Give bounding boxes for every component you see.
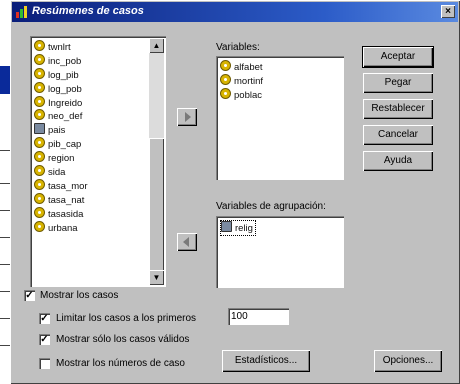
variable-item[interactable]: poblac: [220, 87, 263, 102]
check-icon: ✓: [40, 313, 49, 324]
numeric-variable-icon: [34, 95, 45, 107]
variable-label: urbana: [48, 222, 78, 234]
variable-label: tasa_nat: [48, 194, 85, 206]
paste-button[interactable]: Pegar: [363, 73, 433, 93]
move-to-variables-button[interactable]: [177, 108, 197, 126]
help-button[interactable]: Ayuda: [363, 151, 433, 171]
variable-item[interactable]: log_pob: [34, 81, 88, 96]
variable-item[interactable]: neo_def: [34, 109, 88, 123]
variable-label: neo_def: [48, 111, 83, 123]
numeric-variable-icon: [34, 137, 45, 149]
limit-cases-label: Limitar los casos a los primeros: [56, 313, 197, 324]
variables-list-items: alfabet mortinf poblac: [220, 60, 263, 102]
arrow-right-icon: [185, 112, 191, 122]
numeric-variable-icon: [220, 73, 231, 85]
dialog-title: Resúmenes de casos: [32, 5, 144, 17]
variable-label: poblac: [234, 89, 262, 101]
variable-item[interactable]: region: [34, 151, 88, 165]
app-icon: [16, 6, 27, 18]
variables-label: Variables:: [216, 42, 260, 53]
grouping-variables-list[interactable]: relig: [216, 216, 344, 288]
scroll-thumb[interactable]: [149, 138, 164, 272]
variable-label: pais: [48, 125, 66, 137]
reset-button[interactable]: Restablecer: [363, 99, 433, 119]
numeric-variable-icon: [34, 151, 45, 163]
limit-cases-checkbox[interactable]: ✓: [39, 313, 50, 324]
variable-item[interactable]: tasa_mor: [34, 178, 88, 193]
variable-label: log_pib: [48, 69, 79, 81]
source-list-scrollbar[interactable]: ▲ ▼: [149, 38, 164, 285]
title-bar[interactable]: Resúmenes de casos ×: [12, 2, 458, 22]
variable-item[interactable]: relig: [220, 220, 256, 236]
numeric-variable-icon: [34, 67, 45, 79]
move-to-grouping-button[interactable]: [177, 233, 197, 251]
show-cases-checkbox[interactable]: ✓: [24, 290, 35, 301]
numeric-variable-icon: [34, 165, 45, 177]
numeric-variable-icon: [34, 40, 45, 51]
case-summaries-dialog: Resúmenes de casos × twnlrt inc_pob log_pi…: [10, 0, 460, 384]
limit-cases-input[interactable]: 100: [228, 308, 289, 325]
arrow-left-icon: [183, 237, 189, 247]
valid-only-checkbox[interactable]: ✓: [39, 334, 50, 345]
variable-label: relig: [235, 223, 253, 234]
show-cases-label: Mostrar los casos: [40, 290, 119, 301]
scroll-up-button[interactable]: ▲: [149, 38, 164, 53]
variable-item[interactable]: Ingreido: [34, 95, 88, 110]
variable-item[interactable]: pais: [34, 123, 88, 137]
variable-item[interactable]: urbana: [34, 220, 88, 235]
variable-label: tasa_mor: [48, 180, 88, 192]
scroll-down-button[interactable]: ▼: [149, 270, 164, 285]
variable-item[interactable]: mortinf: [220, 73, 264, 88]
variable-label: twnlrt: [48, 42, 71, 53]
variable-item[interactable]: sida: [34, 165, 88, 179]
grouping-list-items: relig: [220, 220, 256, 236]
source-list-items: twnlrt inc_pob log_pib log_pob Ingreido neo_d…: [34, 40, 88, 234]
variable-label: mortinf: [234, 75, 264, 87]
accept-button[interactable]: Aceptar: [363, 47, 433, 67]
numeric-variable-icon: [34, 53, 45, 65]
variable-label: Ingreido: [48, 97, 83, 109]
options-button[interactable]: Opciones...: [374, 350, 442, 372]
numeric-variable-icon: [34, 178, 45, 190]
numeric-variable-icon: [220, 87, 231, 99]
source-variable-list[interactable]: twnlrt inc_pob log_pib log_pob Ingreido neo_d…: [30, 36, 166, 287]
variables-list[interactable]: alfabet mortinf poblac: [216, 56, 344, 180]
case-numbers-label: Mostrar los números de caso: [56, 358, 185, 369]
variable-item[interactable]: inc_pob: [34, 53, 88, 68]
variable-label: tasasida: [48, 208, 84, 220]
close-icon: ×: [445, 6, 451, 17]
string-variable-icon: [34, 123, 45, 135]
statistics-button[interactable]: Estadísticos...: [222, 350, 310, 372]
variable-item[interactable]: tasasida: [34, 206, 88, 221]
check-icon: ✓: [40, 334, 49, 345]
string-variable-icon: [221, 221, 232, 232]
check-icon: ✓: [25, 290, 34, 301]
numeric-variable-icon: [34, 206, 45, 218]
variable-label: region: [48, 153, 75, 165]
variable-label: pib_cap: [48, 139, 82, 151]
grouping-label: Variables de agrupación:: [216, 201, 326, 212]
valid-only-label: Mostrar sólo los casos válidos: [56, 334, 190, 345]
variable-item[interactable]: pib_cap: [34, 137, 88, 151]
numeric-variable-icon: [34, 109, 45, 121]
numeric-variable-icon: [34, 220, 45, 232]
numeric-variable-icon: [34, 192, 45, 204]
variable-label: inc_pob: [48, 55, 82, 67]
variable-label: sida: [48, 167, 66, 179]
close-button[interactable]: ×: [441, 5, 455, 18]
numeric-variable-icon: [220, 60, 231, 71]
variable-item[interactable]: alfabet: [220, 60, 263, 74]
case-numbers-checkbox[interactable]: [39, 358, 50, 369]
variable-item[interactable]: twnlrt: [34, 40, 88, 54]
variable-item[interactable]: log_pib: [34, 67, 88, 82]
cancel-button[interactable]: Cancelar: [363, 125, 433, 145]
variable-label: alfabet: [234, 62, 263, 73]
variable-label: log_pob: [48, 83, 82, 95]
numeric-variable-icon: [34, 81, 45, 93]
variable-item[interactable]: tasa_nat: [34, 192, 88, 207]
